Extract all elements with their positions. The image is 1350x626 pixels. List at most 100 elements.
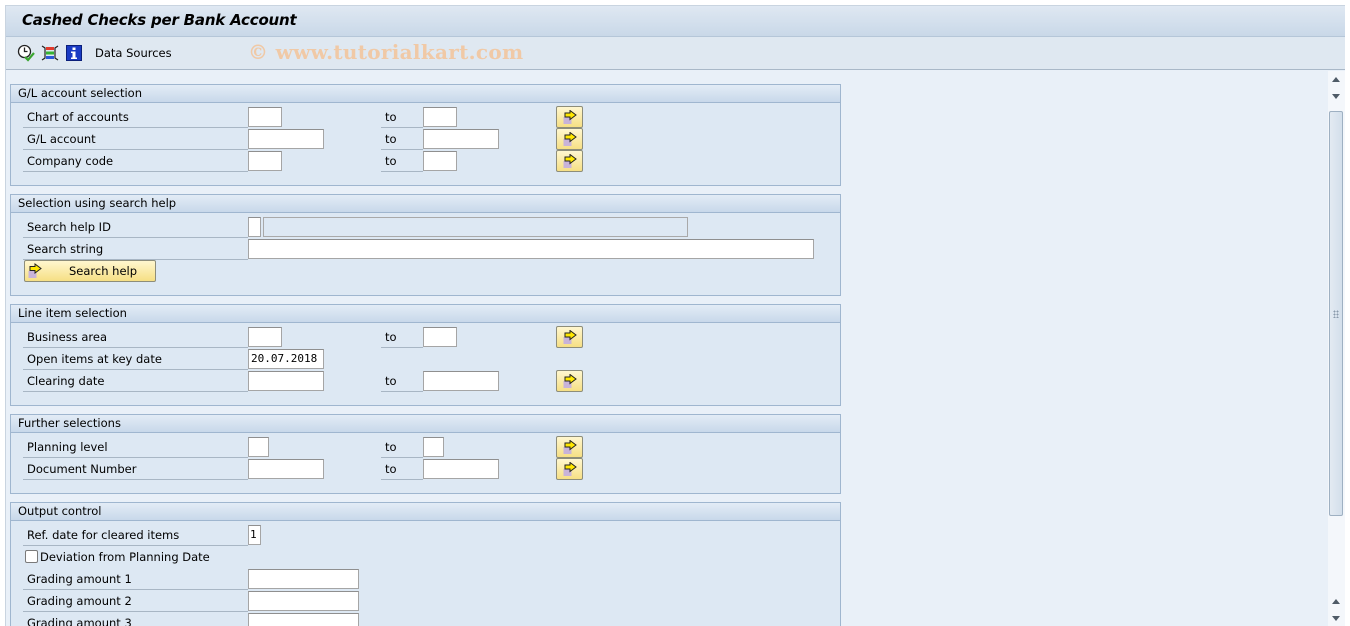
multiple-selection-button[interactable] xyxy=(556,370,583,392)
multiple-selection-arrow-icon xyxy=(563,462,577,476)
grading-amount-2-input[interactable] xyxy=(248,591,359,611)
search-help-arrow-icon xyxy=(28,263,42,278)
field-label: Company code xyxy=(23,153,248,172)
group-output-control: Output control Ref. date for cleared ite… xyxy=(10,502,841,626)
clearing-date-from-input[interactable] xyxy=(248,371,324,391)
row-grading-amount-2: Grading amount 2 xyxy=(11,590,840,612)
open-items-key-date-input[interactable]: 20.07.2018 xyxy=(248,349,324,369)
document-number-to-input[interactable] xyxy=(423,459,499,479)
search-string-input[interactable] xyxy=(248,239,814,259)
execute-and-check-icon[interactable] xyxy=(17,44,35,62)
company-code-from-input[interactable] xyxy=(248,151,282,171)
gl-account-from-input[interactable] xyxy=(248,129,324,149)
search-help-button[interactable]: Search help xyxy=(24,260,156,282)
chart-of-accounts-to-input[interactable] xyxy=(423,107,457,127)
sap-window: Cashed Checks per Bank Account Data Sour… xyxy=(5,5,1345,626)
to-label: to xyxy=(381,329,423,348)
multiple-selection-button[interactable] xyxy=(556,436,583,458)
field-label: Chart of accounts xyxy=(23,109,248,128)
group-line-item-selection: Line item selection Business area to Ope… xyxy=(10,304,841,406)
group-title: Line item selection xyxy=(11,305,840,323)
multiple-selection-arrow-icon xyxy=(563,440,577,454)
information-icon[interactable] xyxy=(65,44,83,62)
to-label: to xyxy=(381,373,423,392)
to-label: to xyxy=(381,109,423,128)
field-label: Grading amount 3 xyxy=(23,615,248,626)
group-title: G/L account selection xyxy=(11,85,840,103)
vertical-scrollbar[interactable] xyxy=(1328,71,1345,626)
search-help-button-label: Search help xyxy=(69,264,138,278)
scroll-down-top-icon[interactable] xyxy=(1330,89,1343,103)
scroll-up-bottom-icon[interactable] xyxy=(1330,595,1343,609)
row-search-help-id: Search help ID xyxy=(11,216,840,238)
row-grading-amount-3: Grading amount 3 xyxy=(11,612,840,626)
row-open-items-key-date: Open items at key date 20.07.2018 xyxy=(11,348,840,370)
field-label: Planning level xyxy=(23,439,248,458)
multiple-selection-arrow-icon xyxy=(563,154,577,168)
group-gl-account-selection: G/L account selection Chart of accounts … xyxy=(10,84,841,186)
multiple-selection-button[interactable] xyxy=(556,106,583,128)
row-gl-account: G/L account to xyxy=(11,128,840,150)
multiple-selection-button[interactable] xyxy=(556,150,583,172)
clearing-date-to-input[interactable] xyxy=(423,371,499,391)
group-title: Selection using search help xyxy=(11,195,840,213)
grip-icon xyxy=(1333,310,1339,318)
gl-account-to-input[interactable] xyxy=(423,129,499,149)
field-label: Open items at key date xyxy=(23,351,248,370)
multiple-selection-button[interactable] xyxy=(556,128,583,150)
deviation-from-planning-date-checkbox[interactable] xyxy=(25,550,38,563)
row-search-string: Search string xyxy=(11,238,840,260)
grading-amount-3-input[interactable] xyxy=(248,613,359,626)
row-deviation-planning-date: Deviation from Planning Date xyxy=(11,546,840,568)
business-area-from-input[interactable] xyxy=(248,327,282,347)
to-label: to xyxy=(381,131,423,150)
multiple-selection-button[interactable] xyxy=(556,458,583,480)
chart-of-accounts-from-input[interactable] xyxy=(248,107,282,127)
group-title: Output control xyxy=(11,503,840,521)
selection-options-icon[interactable] xyxy=(41,44,59,62)
field-label: Business area xyxy=(23,329,248,348)
group-title: Further selections xyxy=(11,415,840,433)
field-label: Clearing date xyxy=(23,373,248,392)
row-search-help-button: Search help xyxy=(11,260,840,282)
company-code-to-input[interactable] xyxy=(423,151,457,171)
field-label: Document Number xyxy=(23,461,248,480)
business-area-to-input[interactable] xyxy=(423,327,457,347)
scroll-down-bottom-icon[interactable] xyxy=(1330,611,1343,625)
title-bar: Cashed Checks per Bank Account xyxy=(6,6,1345,37)
ref-date-cleared-items-input[interactable]: 1 xyxy=(248,525,261,545)
field-label: Search help ID xyxy=(23,219,248,238)
field-label: Ref. date for cleared items xyxy=(23,527,248,546)
scrollbar-thumb[interactable] xyxy=(1329,111,1343,516)
group-search-help-selection: Selection using search help Search help … xyxy=(10,194,841,296)
multiple-selection-arrow-icon xyxy=(563,132,577,146)
multiple-selection-arrow-icon xyxy=(563,374,577,388)
multiple-selection-arrow-icon xyxy=(563,330,577,344)
search-help-id-input[interactable] xyxy=(248,217,261,237)
row-planning-level: Planning level to xyxy=(11,436,840,458)
checkbox-label[interactable]: Deviation from Planning Date xyxy=(40,549,210,566)
data-sources-button[interactable]: Data Sources xyxy=(95,46,172,60)
multiple-selection-button[interactable] xyxy=(556,326,583,348)
row-grading-amount-1: Grading amount 1 xyxy=(11,568,840,590)
planning-level-to-input[interactable] xyxy=(423,437,444,457)
search-help-description-field xyxy=(263,217,688,237)
selection-screen: G/L account selection Chart of accounts … xyxy=(6,71,1328,626)
row-chart-of-accounts: Chart of accounts to xyxy=(11,106,840,128)
field-label: Grading amount 1 xyxy=(23,571,248,590)
group-further-selections: Further selections Planning level to Doc… xyxy=(10,414,841,494)
application-toolbar: Data Sources © www.tutorialkart.com xyxy=(6,37,1345,70)
to-label: to xyxy=(381,439,423,458)
row-ref-date-cleared-items: Ref. date for cleared items 1 xyxy=(11,524,840,546)
field-label: Grading amount 2 xyxy=(23,593,248,612)
document-number-from-input[interactable] xyxy=(248,459,324,479)
multiple-selection-arrow-icon xyxy=(563,110,577,124)
planning-level-from-input[interactable] xyxy=(248,437,269,457)
scroll-up-top-icon[interactable] xyxy=(1330,73,1343,87)
to-label: to xyxy=(381,461,423,480)
row-clearing-date: Clearing date to xyxy=(11,370,840,392)
to-label: to xyxy=(381,153,423,172)
row-company-code: Company code to xyxy=(11,150,840,172)
grading-amount-1-input[interactable] xyxy=(248,569,359,589)
row-business-area: Business area to xyxy=(11,326,840,348)
